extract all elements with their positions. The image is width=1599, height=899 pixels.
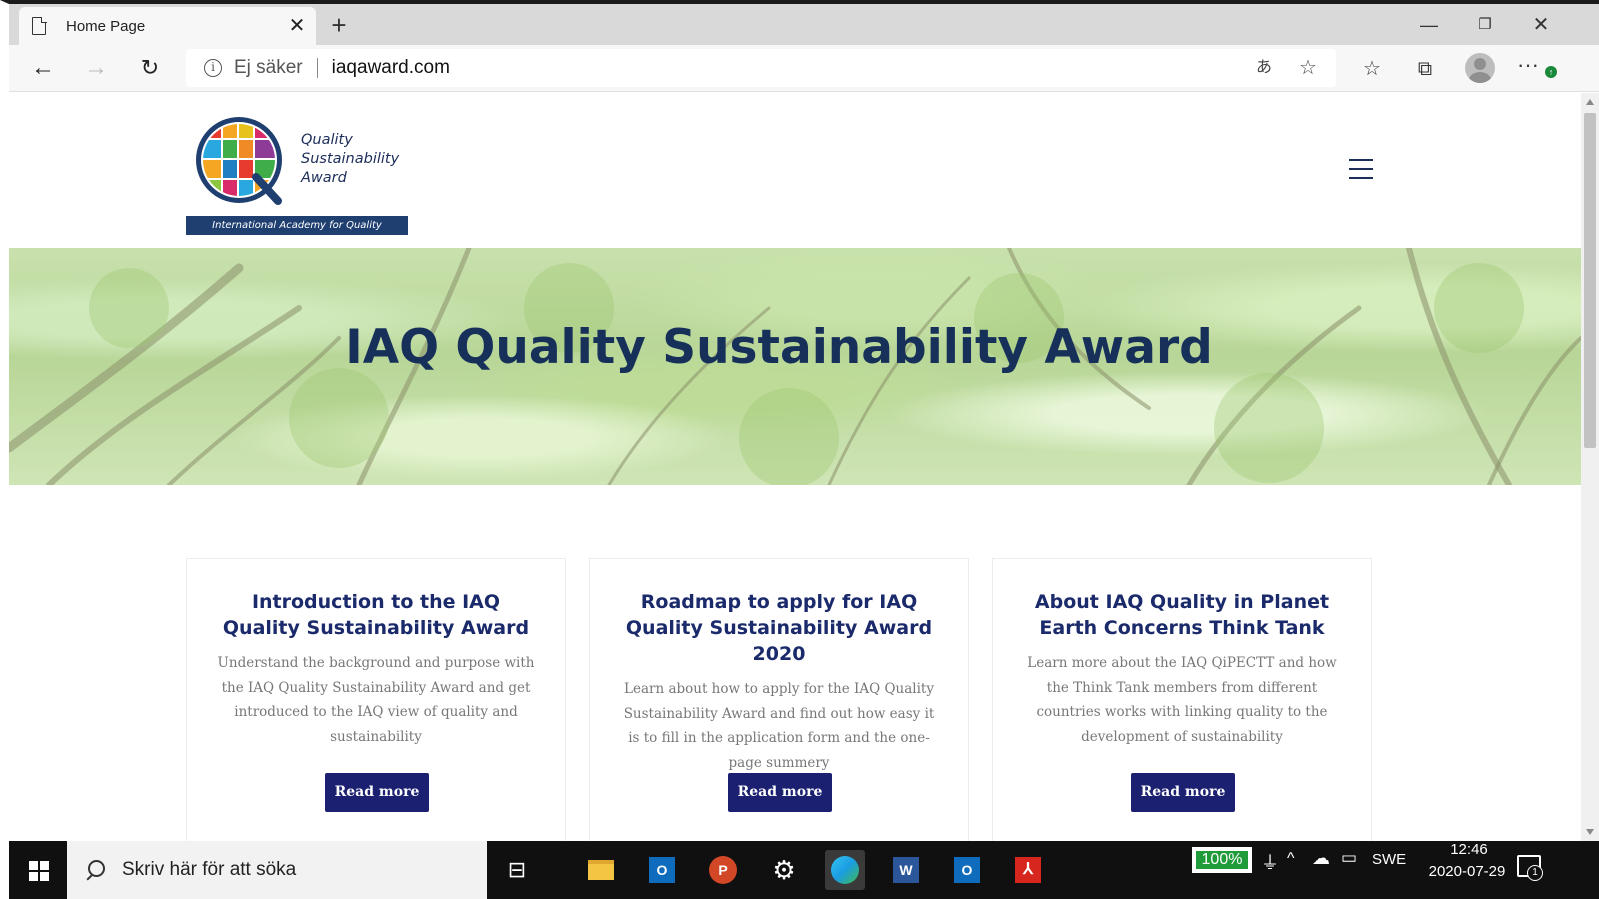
update-badge-icon: ↑ <box>1545 66 1557 78</box>
search-placeholder: Skriv här för att söka <box>122 859 297 880</box>
vertical-scrollbar[interactable] <box>1581 93 1599 841</box>
site-header: Quality Sustainability Award Internation… <box>9 93 1581 248</box>
forward-arrow-icon[interactable]: → <box>80 53 112 85</box>
back-arrow-icon[interactable]: ← <box>27 53 59 85</box>
tab-title: Home Page <box>66 17 146 35</box>
edge-browser-icon[interactable] <box>825 850 865 890</box>
card-description: Learn more about the IAQ QiPECTT and how… <box>1027 655 1337 745</box>
address-bar[interactable]: i Ej säker iaqaward.com あ ☆ <box>186 49 1336 87</box>
close-window-button[interactable]: ✕ <box>1521 10 1561 40</box>
page-icon <box>32 16 47 35</box>
url-text[interactable]: iaqaward.com <box>332 57 1248 79</box>
scroll-down-icon[interactable] <box>1586 829 1594 835</box>
favorites-icon[interactable]: ☆ <box>1356 53 1388 85</box>
outlook-icon[interactable]: O <box>642 850 682 890</box>
hero-title: IAQ Quality Sustainability Award <box>345 320 1213 375</box>
refresh-icon[interactable]: ↻ <box>134 53 166 85</box>
tab-home-page[interactable]: Home Page ✕ <box>19 7 316 45</box>
chevron-up-icon[interactable]: ^ <box>1287 850 1295 868</box>
task-view-icon[interactable]: ⊟ <box>497 850 537 890</box>
profile-icon[interactable] <box>1465 53 1495 83</box>
windows-start-icon[interactable] <box>9 841 67 899</box>
notification-count: 1 <box>1527 865 1543 881</box>
site-logo[interactable]: Quality Sustainability Award Internation… <box>186 113 408 235</box>
divider <box>316 58 318 78</box>
minimize-button[interactable]: — <box>1409 10 1449 40</box>
read-more-button[interactable]: Read more <box>325 773 429 812</box>
taskbar-search-input[interactable]: Skriv här för att söka <box>67 841 487 899</box>
close-icon[interactable]: ✕ <box>285 14 309 38</box>
battery-indicator[interactable]: 100% <box>1192 847 1252 873</box>
globe-logo-icon <box>196 117 282 205</box>
battery-icon[interactable]: ▭ <box>1341 848 1357 868</box>
hero-banner: IAQ Quality Sustainability Award <box>9 248 1581 485</box>
collections-icon[interactable]: ⧉ <box>1409 53 1441 85</box>
new-tab-button[interactable]: + <box>325 12 353 40</box>
card-title[interactable]: About IAQ Quality in Planet Earth Concer… <box>993 589 1371 641</box>
logo-tagline: International Academy for Quality <box>186 216 408 235</box>
clock-time[interactable]: 12:46 <box>1439 841 1499 858</box>
star-icon[interactable]: ☆ <box>1292 52 1324 84</box>
card-description: Learn about how to apply for the IAQ Qua… <box>623 681 935 771</box>
card-title[interactable]: Introduction to the IAQ Quality Sustaina… <box>187 589 565 641</box>
info-icon[interactable]: i <box>204 59 222 77</box>
search-icon <box>85 860 105 880</box>
page-viewport: Quality Sustainability Award Internation… <box>9 93 1581 841</box>
clock-date[interactable]: 2020-07-29 <box>1417 863 1517 880</box>
settings-gear-icon[interactable]: ⚙ <box>764 850 804 890</box>
security-label: Ej säker <box>234 57 303 78</box>
acrobat-icon[interactable]: ⅄ <box>1008 850 1048 890</box>
read-more-button[interactable]: Read more <box>1131 773 1235 812</box>
more-icon[interactable]: ··· <box>1512 53 1544 85</box>
browser-toolbar: ← → ↻ i Ej säker iaqaward.com あ ☆ ☆ ⧉ ··… <box>9 45 1599 92</box>
card-introduction: Introduction to the IAQ Quality Sustaina… <box>186 558 566 841</box>
outlook-mail-icon[interactable]: O <box>947 850 987 890</box>
card-roadmap: Roadmap to apply for IAQ Quality Sustain… <box>589 558 969 841</box>
logo-wordmark: Quality Sustainability Award <box>301 132 400 186</box>
language-indicator[interactable]: SWE <box>1372 851 1406 868</box>
onedrive-cloud-icon[interactable]: ☁ <box>1312 848 1330 869</box>
file-explorer-icon[interactable] <box>581 850 621 890</box>
power-plug-icon[interactable]: ⏚ <box>1261 849 1279 875</box>
translate-icon[interactable]: あ <box>1248 52 1280 84</box>
windows-taskbar: Skriv här för att söka ⊟ O P ⚙ W O ⅄ 100… <box>9 841 1599 899</box>
scroll-up-icon[interactable] <box>1586 99 1594 105</box>
restore-button[interactable]: ❐ <box>1465 10 1505 40</box>
scroll-thumb[interactable] <box>1584 113 1596 448</box>
card-title[interactable]: Roadmap to apply for IAQ Quality Sustain… <box>590 589 968 667</box>
word-icon[interactable]: W <box>886 850 926 890</box>
hamburger-menu-icon[interactable] <box>1349 159 1375 181</box>
powerpoint-icon[interactable]: P <box>703 850 743 890</box>
card-think-tank: About IAQ Quality in Planet Earth Concer… <box>992 558 1372 841</box>
card-description: Understand the background and purpose wi… <box>217 655 535 745</box>
tab-strip: Home Page ✕ + — ❐ ✕ <box>9 4 1599 45</box>
read-more-button[interactable]: Read more <box>728 773 832 812</box>
